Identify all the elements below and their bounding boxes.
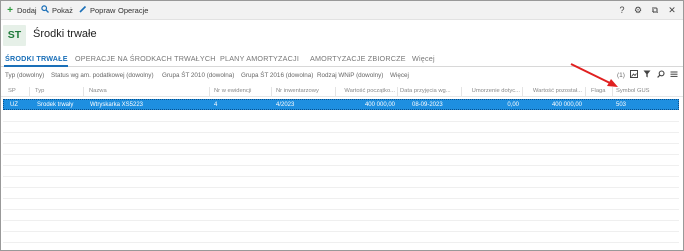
- annotation-arrow: [570, 63, 618, 87]
